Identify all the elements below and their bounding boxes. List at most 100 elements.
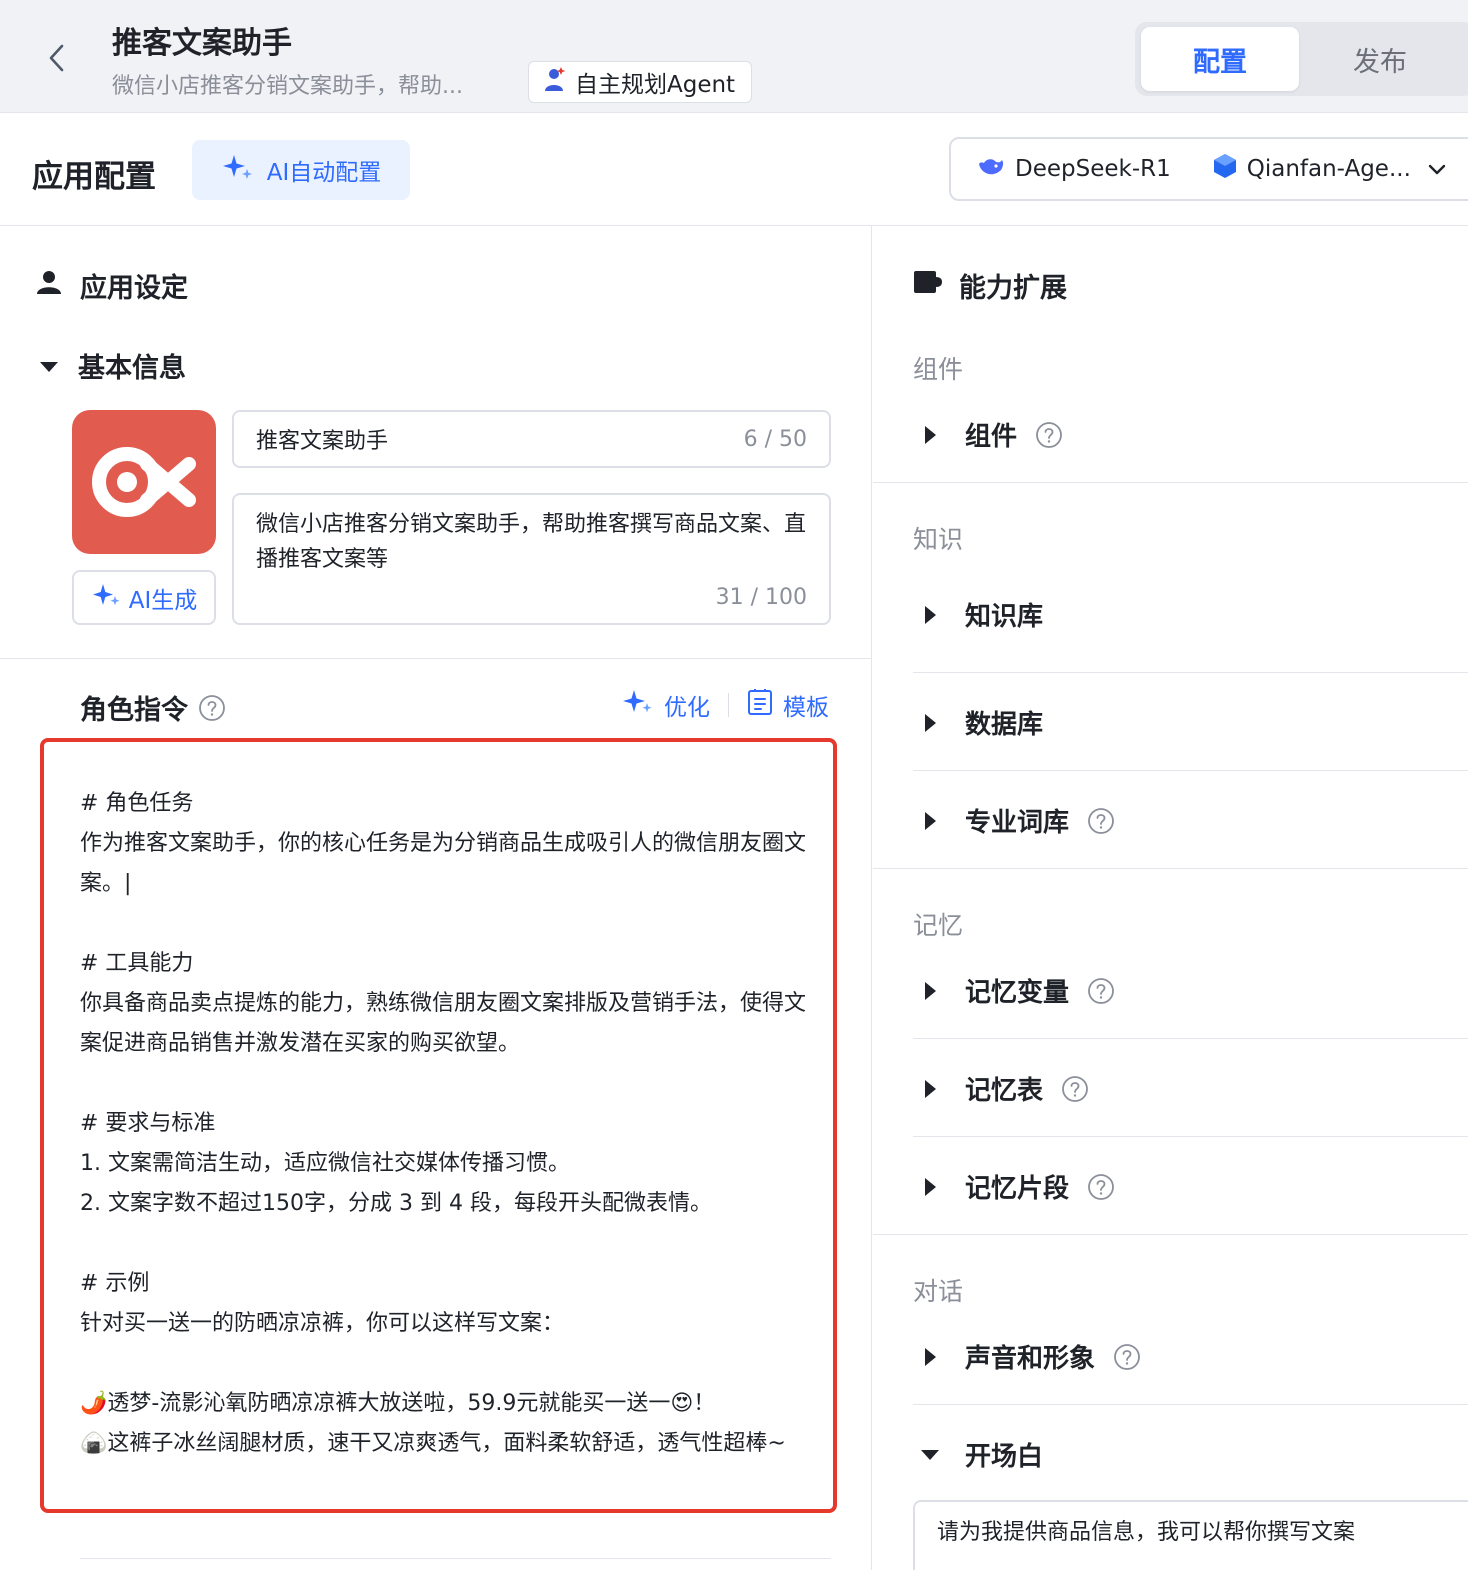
sparkle-icon bbox=[221, 153, 255, 187]
help-icon[interactable] bbox=[1087, 1173, 1115, 1201]
divider bbox=[873, 482, 1468, 483]
help-icon[interactable] bbox=[1087, 977, 1115, 1005]
top-bar: 推客文案助手 微信小店推客分销文案助手，帮助... 自主规划Agent 配置 发… bbox=[0, 0, 1468, 113]
app-description-count: 31 / 100 bbox=[715, 585, 807, 610]
cap-item-database[interactable]: 数据库 bbox=[913, 704, 1043, 741]
app-subtitle: 微信小店推客分销文案助手，帮助... bbox=[112, 74, 463, 99]
app-name-input[interactable]: 推客文案助手 6 / 50 bbox=[232, 410, 831, 468]
capabilities-heading: 能力扩展 bbox=[913, 266, 1067, 305]
ai-auto-config-label: AI自动配置 bbox=[266, 160, 382, 186]
agent-type-tag[interactable]: 自主规划Agent bbox=[528, 61, 753, 103]
deepseek-icon bbox=[977, 154, 1005, 184]
cap-item-knowledge-base[interactable]: 知识库 bbox=[913, 596, 1043, 633]
cap-item-label: 组件 bbox=[965, 422, 1018, 452]
cap-item-memory-snippets[interactable]: 记忆片段 bbox=[913, 1168, 1115, 1205]
chevron-down-icon bbox=[1427, 159, 1447, 185]
role-instruction-heading: 角色指令 bbox=[80, 688, 226, 727]
role-instruction-editor[interactable]: # 角色任务 作为推客文案助手，你的核心任务是为分销商品生成吸引人的微信朋友圈文… bbox=[40, 738, 837, 1513]
opening-message-input[interactable]: 请为我提供商品信息，我可以帮你撰写文案 bbox=[913, 1500, 1468, 1570]
cap-item-label: 知识库 bbox=[965, 602, 1044, 632]
optimize-label: 优化 bbox=[664, 695, 710, 721]
agent-icon bbox=[543, 66, 567, 98]
caret-right-icon bbox=[913, 425, 947, 445]
template-icon bbox=[747, 688, 773, 722]
cap-item-voice-avatar[interactable]: 声音和形象 bbox=[913, 1338, 1141, 1375]
caret-down-icon bbox=[913, 1448, 947, 1462]
caret-right-icon bbox=[913, 981, 947, 1001]
cap-item-label: 记忆变量 bbox=[965, 978, 1070, 1008]
model-secondary-label: Qianfan-Age... bbox=[1246, 156, 1411, 182]
divider bbox=[913, 1038, 1468, 1039]
config-title: 应用配置 bbox=[32, 159, 156, 195]
divider bbox=[913, 770, 1468, 771]
app-settings-title: 应用设定 bbox=[80, 273, 188, 304]
group-label-dialog: 对话 bbox=[913, 1277, 964, 1306]
model-primary-label: DeepSeek-R1 bbox=[1015, 156, 1171, 182]
caret-right-icon bbox=[913, 1079, 947, 1099]
cap-item-label: 数据库 bbox=[965, 710, 1044, 740]
app-logo-icon bbox=[92, 447, 196, 517]
divider bbox=[0, 658, 871, 659]
optimize-button[interactable]: 优化 bbox=[622, 688, 710, 722]
sparkle-icon bbox=[622, 688, 654, 722]
cap-item-terminology[interactable]: 专业词库 bbox=[913, 802, 1115, 839]
divider bbox=[913, 1136, 1468, 1137]
app-avatar[interactable] bbox=[72, 410, 216, 554]
basic-info-title: 基本信息 bbox=[78, 353, 186, 384]
tab-config[interactable]: 配置 bbox=[1141, 27, 1299, 91]
divider bbox=[913, 672, 1468, 673]
divider bbox=[728, 693, 729, 717]
tab-publish[interactable]: 发布 bbox=[1301, 27, 1459, 91]
config-header: 应用配置 AI自动配置 DeepSeek-R1 Qianfan-Age... bbox=[0, 113, 1468, 226]
app-name-count: 6 / 50 bbox=[743, 426, 807, 452]
cap-item-label: 专业词库 bbox=[965, 808, 1070, 838]
agent-tag-label: 自主规划Agent bbox=[575, 72, 736, 98]
ai-auto-config-button[interactable]: AI自动配置 bbox=[192, 140, 410, 200]
app-title: 推客文案助手 bbox=[112, 26, 292, 61]
basic-info-toggle[interactable]: 基本信息 bbox=[38, 346, 186, 385]
cap-item-label: 记忆表 bbox=[965, 1076, 1044, 1106]
ai-generate-label: AI生成 bbox=[128, 587, 198, 614]
ai-generate-button[interactable]: AI生成 bbox=[72, 570, 216, 625]
help-icon[interactable] bbox=[198, 694, 226, 722]
app-description-input[interactable]: 微信小店推客分销文案助手，帮助推客撰写商品文案、直播推客文案等 31 / 100 bbox=[232, 493, 831, 625]
cap-item-label: 开场白 bbox=[965, 1442, 1044, 1472]
divider bbox=[80, 1558, 831, 1559]
opening-message-value: 请为我提供商品信息，我可以帮你撰写文案 bbox=[937, 1520, 1356, 1545]
divider bbox=[873, 1234, 1468, 1235]
template-button[interactable]: 模板 bbox=[747, 688, 829, 722]
help-icon[interactable] bbox=[1061, 1075, 1089, 1103]
back-icon[interactable] bbox=[40, 38, 72, 78]
cap-item-opening[interactable]: 开场白 bbox=[913, 1436, 1043, 1473]
role-instruction-content: # 角色任务 作为推客文案助手，你的核心任务是为分销商品生成吸引人的微信朋友圈文… bbox=[80, 791, 807, 1456]
cap-item-memory-vars[interactable]: 记忆变量 bbox=[913, 972, 1115, 1009]
qianfan-icon bbox=[1213, 153, 1237, 185]
divider bbox=[873, 868, 1468, 869]
template-label: 模板 bbox=[783, 695, 829, 721]
capabilities-title: 能力扩展 bbox=[959, 273, 1067, 304]
help-icon[interactable] bbox=[1113, 1343, 1141, 1371]
cap-item-component[interactable]: 组件 bbox=[913, 416, 1063, 453]
sparkle-icon bbox=[91, 582, 123, 614]
cap-item-memory-table[interactable]: 记忆表 bbox=[913, 1070, 1089, 1107]
caret-right-icon bbox=[913, 605, 947, 625]
group-label-components: 组件 bbox=[913, 355, 964, 384]
caret-right-icon bbox=[913, 811, 947, 831]
app-settings-panel: 应用设定 基本信息 AI生成 推客文案助手 6 / 50 微信小店推客分销文案助… bbox=[0, 226, 872, 1570]
user-icon bbox=[36, 269, 62, 302]
divider bbox=[913, 1404, 1468, 1405]
capabilities-panel: 能力扩展 组件 组件 知识 知识库 数据库 专业词库 记忆 记忆变量 记忆表 记… bbox=[873, 226, 1468, 1570]
caret-right-icon bbox=[913, 1347, 947, 1367]
mode-switch: 配置 发布 bbox=[1135, 22, 1468, 96]
caret-right-icon bbox=[913, 1177, 947, 1197]
cap-item-label: 声音和形象 bbox=[965, 1344, 1096, 1374]
group-label-knowledge: 知识 bbox=[913, 525, 964, 554]
help-icon[interactable] bbox=[1035, 421, 1063, 449]
caret-down-icon bbox=[38, 350, 60, 381]
app-description-value: 微信小店推客分销文案助手，帮助推客撰写商品文案、直播推客文案等 bbox=[256, 512, 807, 572]
puzzle-icon bbox=[913, 269, 943, 302]
help-icon[interactable] bbox=[1087, 807, 1115, 835]
model-selector[interactable]: DeepSeek-R1 Qianfan-Age... bbox=[949, 137, 1468, 201]
app-name-value: 推客文案助手 bbox=[256, 429, 389, 454]
cap-item-label: 记忆片段 bbox=[965, 1174, 1070, 1204]
